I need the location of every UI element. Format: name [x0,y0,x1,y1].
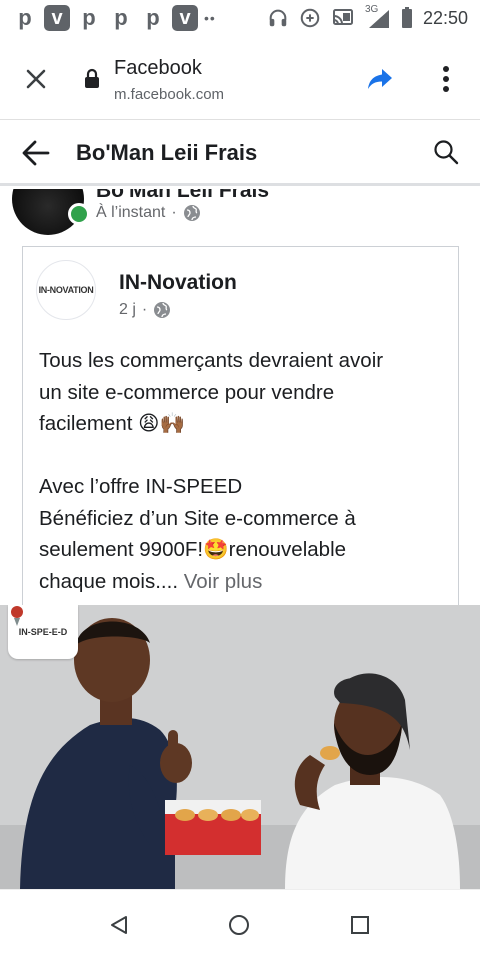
profile-title: Bo'Man Leii Frais [76,140,258,165]
clock: 22:50 [422,7,468,28]
nav-home-icon[interactable] [228,914,250,936]
feed: Bo'Man Leii Frais À l’instant · IN-NOVAT… [0,189,480,889]
app-p-icon: p [82,5,96,30]
system-navigation-bar [0,889,480,960]
globe-icon [154,302,171,318]
nav-recents-icon[interactable] [349,914,371,936]
globe-icon [183,205,200,221]
shared-post-meta: 2 j · [119,301,171,319]
post-text-line: Tous les commerçants devraient avoir [39,349,384,372]
brand-logo-text: IN-SPE-E-D [18,627,68,637]
post-text: Tous les commerçants devraient avoir un … [39,345,449,597]
page-logo: IN-NOVATION [38,285,94,295]
post-text-line: un site e-commerce pour vendre [39,380,335,404]
app-p-icon: p [18,5,32,30]
app-p-icon: p [146,5,160,30]
nav-back-icon[interactable] [108,914,130,936]
close-icon[interactable] [22,65,50,93]
app-v-icon: v [44,5,70,31]
lock-icon [85,68,99,88]
headphones-icon [269,9,287,27]
signal-icon: 3G [364,4,391,29]
post-author[interactable]: Bo'Man Leii Frais [96,189,269,203]
post-text-line: Avec l’offre IN-SPEED [39,475,243,498]
see-more-link[interactable]: Voir plus [178,570,263,593]
shared-post-timestamp[interactable]: 2 j [119,301,136,319]
rocket-icon [11,606,23,626]
page-avatar[interactable]: IN-NOVATION [36,260,96,320]
page-title: Facebook [114,57,202,79]
status-bar: p v p p p v •• 3G 22:50 [0,0,480,36]
post-text-line: facilement 😩🙌🏾 [39,412,186,435]
search-icon[interactable] [432,138,460,166]
meta-separator: · [171,204,177,221]
back-arrow-icon[interactable] [20,138,52,168]
meta-separator: · [141,301,148,318]
online-status-indicator [68,203,90,225]
more-notifications-icon: •• [204,10,216,26]
post-text-line: seulement 9900F!🤩renouvelable [39,538,347,561]
battery-icon [401,7,412,28]
browser-toolbar: Facebook m.facebook.com [0,36,480,120]
url-text[interactable]: m.facebook.com [114,86,224,103]
more-menu-icon[interactable] [434,64,458,94]
post-timestamp[interactable]: À l’instant [96,204,165,222]
cast-icon [332,9,353,25]
page-header: Bo'Man Leii Frais [0,120,480,186]
shared-post[interactable]: IN-NOVATION IN-Novation 2 j · Tous les c… [22,246,459,616]
shared-post-author[interactable]: IN-Novation [119,271,237,295]
app-v-icon: v [172,5,198,31]
brand-logo: IN-SPE-E-D [8,605,78,659]
network-type-label: 3G [364,4,379,15]
post-text-line: Bénéficiez d’un Site e-commerce à [39,506,356,530]
post-text-last-line: chaque mois.... Voir plus [39,566,449,598]
app-p-icon: p [114,5,128,30]
post-image[interactable]: IN-SPE-E-D [0,605,480,889]
share-icon[interactable] [366,64,394,92]
data-saver-icon [300,8,320,28]
post-meta: À l’instant · [96,204,201,222]
notification-icons: p v p p p v •• [12,5,216,31]
post-text-line: chaque mois.... [39,569,179,593]
